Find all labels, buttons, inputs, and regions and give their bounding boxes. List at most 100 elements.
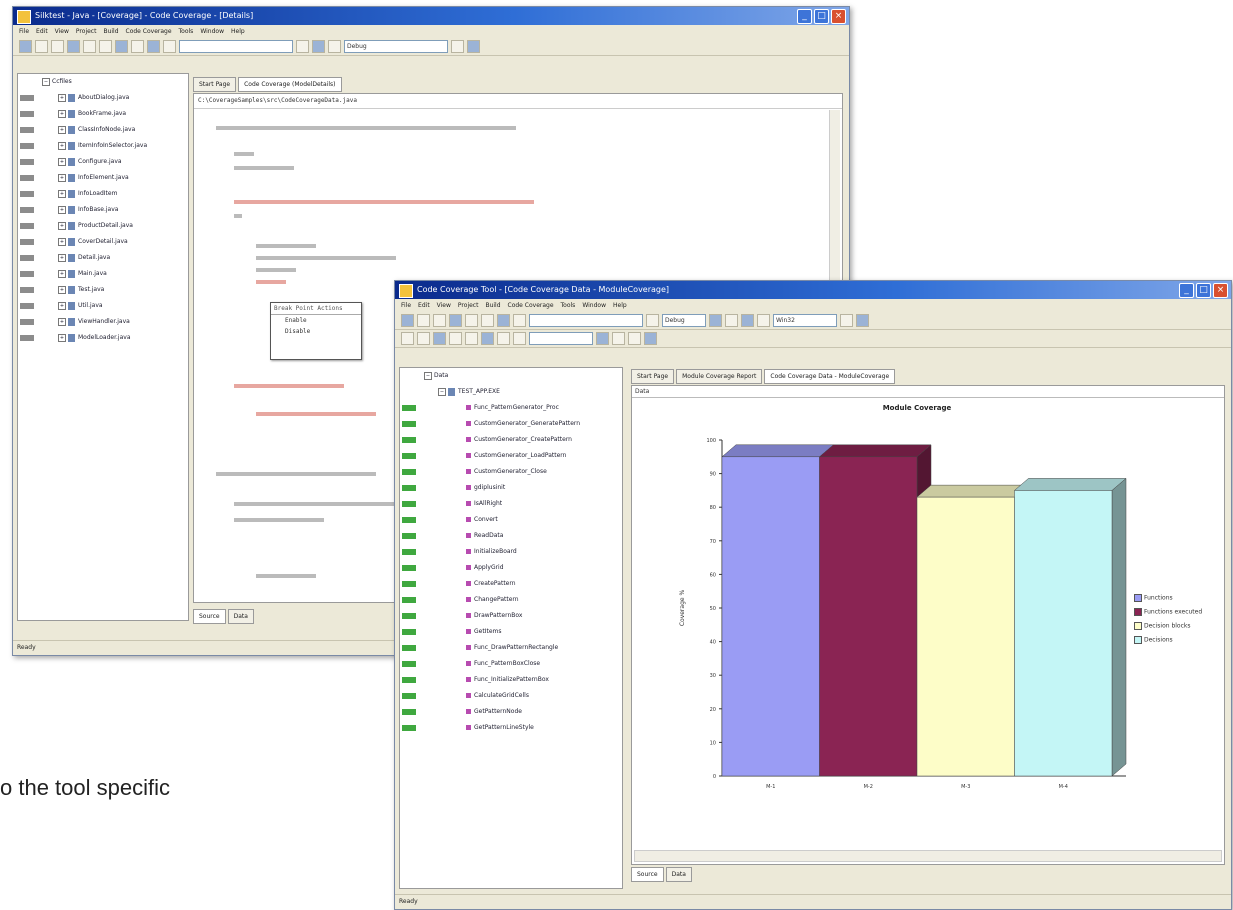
tree-function-item[interactable]: DrawPatternBox	[400, 608, 622, 624]
coverage-icon[interactable]	[628, 332, 641, 345]
menu-item-file[interactable]: File	[19, 25, 29, 38]
tree-file-item[interactable]: + ItemInfoInSelector.java	[18, 138, 188, 154]
tree-file-item[interactable]: + ProductDetail.java	[18, 218, 188, 234]
tree-function-item[interactable]: Func_PatternGenerator_Proc	[400, 400, 622, 416]
tab-start-page[interactable]: Start Page	[193, 77, 237, 92]
tab-code-coverage-data[interactable]: Code Coverage Data - ModuleCoverage	[764, 369, 896, 384]
menu-item-help[interactable]: Help	[231, 25, 245, 38]
tree-file-item[interactable]: + Test.java	[18, 282, 188, 298]
menu-item-window[interactable]: Window	[200, 25, 224, 38]
front-search-combo[interactable]	[529, 314, 643, 327]
expand-icon[interactable]: +	[58, 93, 66, 102]
menu-item-window[interactable]: Window	[582, 299, 606, 312]
popup-disable[interactable]: Disable	[271, 326, 361, 337]
tree-function-item[interactable]: CustomGenerator_CreatePattern	[400, 432, 622, 448]
collapse-icon[interactable]: −	[424, 371, 432, 380]
properties-icon[interactable]	[856, 314, 869, 327]
step-into-icon[interactable]	[709, 314, 722, 327]
expand-icon[interactable]: +	[58, 141, 66, 150]
horizontal-scrollbar[interactable]	[634, 850, 1222, 862]
tree-file-item[interactable]: + Util.java	[18, 298, 188, 314]
run-icon[interactable]	[596, 332, 609, 345]
paste-icon[interactable]	[99, 40, 112, 53]
tab-data[interactable]: Data	[665, 867, 692, 882]
tree-function-item[interactable]: ApplyGrid	[400, 560, 622, 576]
expand-icon[interactable]: +	[58, 125, 66, 134]
tree-function-item[interactable]: CustomGenerator_Close	[400, 464, 622, 480]
tree-file-item[interactable]: + Configure.java	[18, 154, 188, 170]
settings-icon[interactable]	[451, 40, 464, 53]
tree-root-item[interactable]: − Data	[400, 368, 622, 384]
menu-item-help[interactable]: Help	[613, 299, 627, 312]
tree-file-item[interactable]: + ClassInfoNode.java	[18, 122, 188, 138]
save-icon[interactable]	[433, 314, 446, 327]
tree-file-item[interactable]: + InfoBase.java	[18, 202, 188, 218]
menu-item-tools[interactable]: Tools	[179, 25, 194, 38]
start-icon[interactable]	[296, 40, 309, 53]
tree-file-item[interactable]: + ModelLoader.java	[18, 330, 188, 346]
expand-icon[interactable]: +	[58, 285, 66, 294]
menu-item-file[interactable]: File	[401, 299, 411, 312]
tree-function-item[interactable]: Func_PatternBoxClose	[400, 656, 622, 672]
front-platform-combo[interactable]: Win32	[773, 314, 837, 327]
tree-function-item[interactable]: ReadData	[400, 528, 622, 544]
menu-item-project[interactable]: Project	[458, 299, 479, 312]
tree-function-item[interactable]: Convert	[400, 512, 622, 528]
bookmark-next-icon[interactable]	[465, 332, 478, 345]
tree-file-item[interactable]: + BookFrame.java	[18, 106, 188, 122]
tree-function-item[interactable]: CalculateGridCells	[400, 688, 622, 704]
tree-function-item[interactable]: CreatePattern	[400, 576, 622, 592]
save-icon[interactable]	[51, 40, 64, 53]
step-over-icon[interactable]	[725, 314, 738, 327]
expand-icon[interactable]: +	[58, 253, 66, 262]
tree-function-item[interactable]: Func_InitializePatternBox	[400, 672, 622, 688]
tree-function-item[interactable]: gdiplusinit	[400, 480, 622, 496]
collapse-icon[interactable]: −	[438, 387, 446, 396]
expand-icon[interactable]: +	[58, 189, 66, 198]
tree-file-item[interactable]: + ViewHandler.java	[18, 314, 188, 330]
build-icon[interactable]	[147, 40, 160, 53]
back-window-titlebar[interactable]: Silktest - Java - [Coverage] - Code Cove…	[13, 7, 849, 25]
tree-file-item[interactable]: + CoverDetail.java	[18, 234, 188, 250]
menu-item-build[interactable]: Build	[103, 25, 118, 38]
menu-item-edit[interactable]: Edit	[418, 299, 430, 312]
binoculars-icon[interactable]	[163, 40, 176, 53]
step-out-icon[interactable]	[741, 314, 754, 327]
tree-function-item[interactable]: CustomGenerator_LoadPattern	[400, 448, 622, 464]
outdent-icon[interactable]	[417, 332, 430, 345]
expand-icon[interactable]: +	[58, 317, 66, 326]
expand-icon[interactable]: +	[58, 205, 66, 214]
menu-item-view[interactable]: View	[437, 299, 451, 312]
tree-root-item[interactable]: − Ccfiles	[18, 74, 188, 90]
start-icon[interactable]	[646, 314, 659, 327]
tree-file-item[interactable]: + InfoElement.java	[18, 170, 188, 186]
bookmark-clear-icon[interactable]	[497, 332, 510, 345]
save-all-icon[interactable]	[449, 314, 462, 327]
report-icon[interactable]	[644, 332, 657, 345]
expand-icon[interactable]: +	[58, 237, 66, 246]
menu-item-project[interactable]: Project	[76, 25, 97, 38]
tree-file-item[interactable]: + AboutDialog.java	[18, 90, 188, 106]
menu-item-code-coverage[interactable]: Code Coverage	[508, 299, 554, 312]
expand-icon[interactable]: +	[58, 333, 66, 342]
tree-function-item[interactable]: GetItems	[400, 624, 622, 640]
popup-enable[interactable]: Enable	[271, 315, 361, 326]
undo-icon[interactable]	[115, 40, 128, 53]
format-icon[interactable]	[513, 332, 526, 345]
bookmark-prev-icon[interactable]	[481, 332, 494, 345]
step-icon[interactable]	[312, 40, 325, 53]
bookmark-icon[interactable]	[328, 40, 341, 53]
expand-icon[interactable]: +	[58, 173, 66, 182]
front-toolbar2-combo[interactable]	[529, 332, 593, 345]
tree-file-item[interactable]: + InfoLoadItem	[18, 186, 188, 202]
tab-start-page[interactable]: Start Page	[631, 369, 675, 384]
tab-code-coverage[interactable]: Code Coverage (ModelDetails)	[238, 77, 342, 92]
tree-function-item[interactable]: GetPatternNode	[400, 704, 622, 720]
front-config-combo[interactable]: Debug	[662, 314, 706, 327]
tab-source[interactable]: Source	[193, 609, 226, 624]
expand-icon[interactable]: +	[58, 157, 66, 166]
zoom-icon[interactable]	[840, 314, 853, 327]
tab-source[interactable]: Source	[631, 867, 664, 882]
minimize-icon[interactable]: _	[797, 9, 812, 24]
menu-item-tools[interactable]: Tools	[561, 299, 576, 312]
